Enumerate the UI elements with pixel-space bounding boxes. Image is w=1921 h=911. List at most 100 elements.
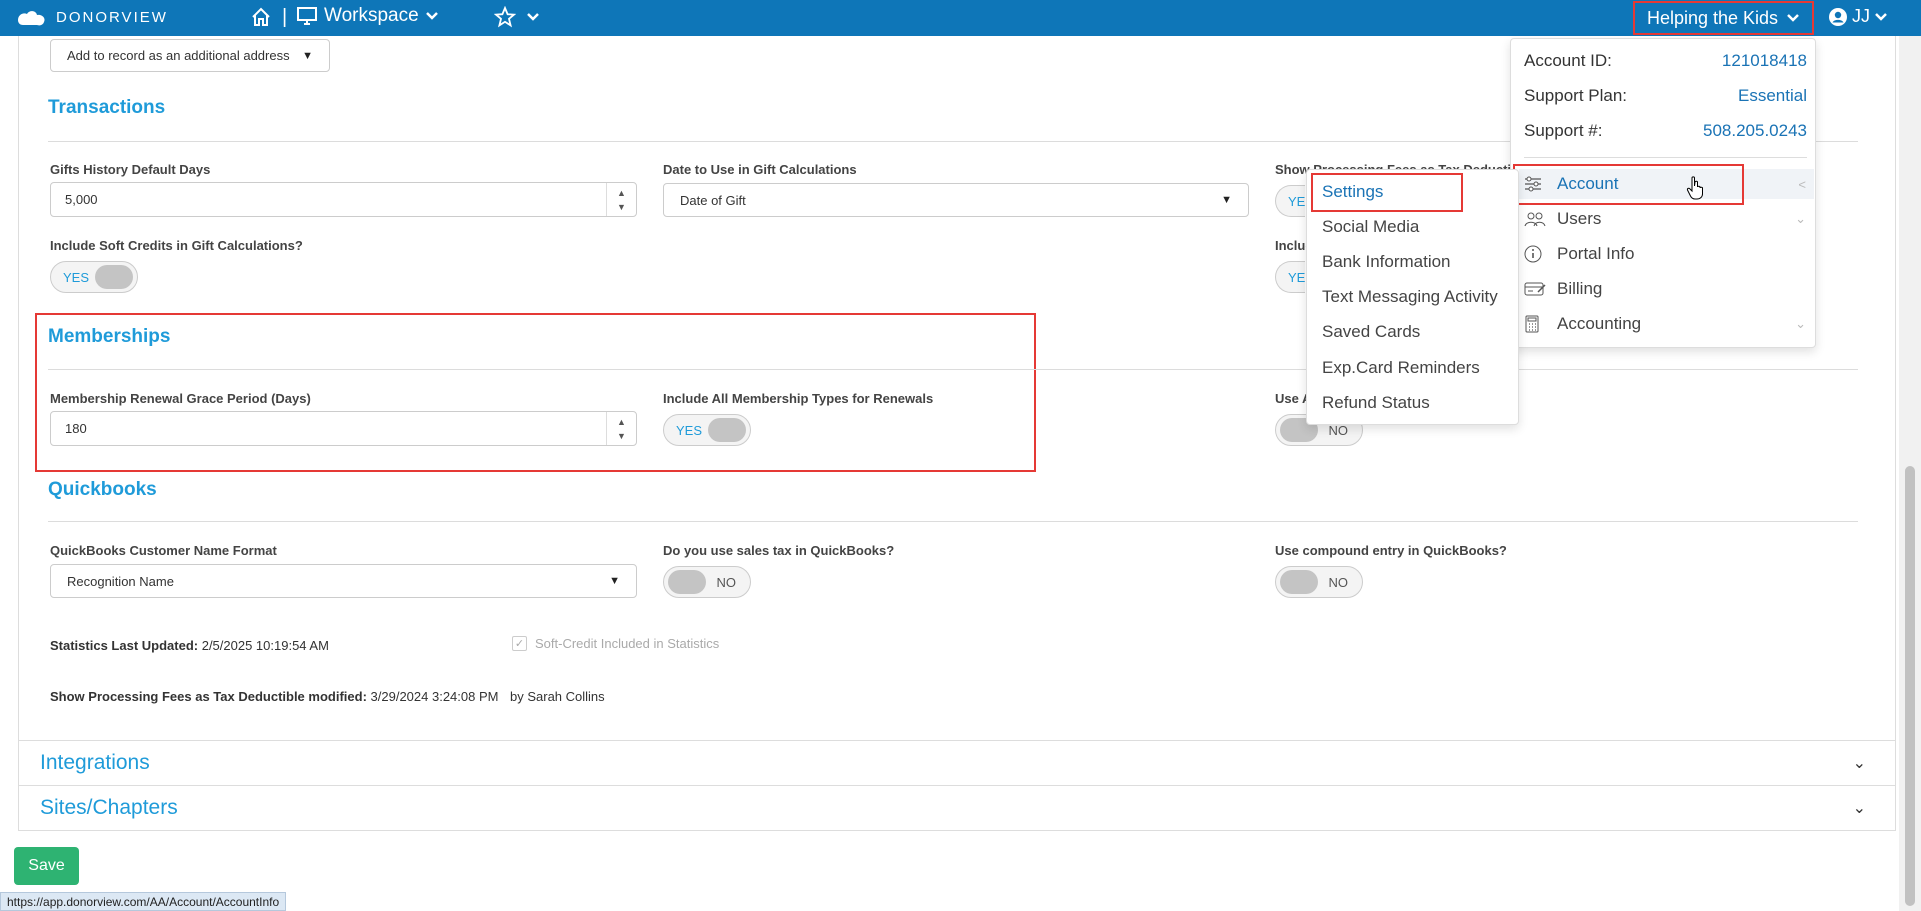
organization-menu-button[interactable]: Helping the Kids — [1633, 1, 1814, 35]
support-plan-row: Support Plan: Essential — [1524, 86, 1807, 106]
support-number-row: Support #: 508.205.0243 — [1524, 121, 1807, 141]
soft-credit-checkbox[interactable]: ✓ Soft-Credit Included in Statistics — [512, 636, 719, 651]
fees-modified-label: Show Processing Fees as Tax Deductible m… — [50, 689, 367, 704]
fees-modified: Show Processing Fees as Tax Deductible m… — [50, 689, 498, 704]
billing-icon — [1523, 280, 1549, 298]
support-plan-value: Essential — [1738, 86, 1807, 105]
sales-tax-toggle[interactable]: NO — [663, 566, 751, 598]
include-all-toggle[interactable]: YES — [663, 414, 751, 446]
checkbox-checked-icon[interactable]: ✓ — [512, 636, 527, 651]
modified-by: by Sarah Collins — [510, 689, 605, 704]
submenu-item-social-media[interactable]: Social Media — [1322, 217, 1419, 237]
chevron-down-icon — [1787, 14, 1799, 22]
spin-up-icon[interactable]: ▲ — [617, 415, 626, 429]
workspace-menu[interactable]: Workspace — [296, 5, 439, 27]
transactions-title: Transactions — [48, 97, 166, 118]
spin-down-icon[interactable]: ▼ — [617, 200, 626, 214]
include-toggle-right[interactable]: YES — [1275, 261, 1305, 293]
logo-icon — [18, 11, 45, 26]
menu-item-accounting[interactable]: Accounting ⌄ — [1519, 309, 1814, 339]
chevron-down-icon — [425, 12, 438, 20]
soft-credits-toggle[interactable]: YES — [50, 261, 138, 293]
menu-item-billing[interactable]: Billing — [1519, 274, 1814, 304]
support-number-value[interactable]: 508.205.0243 — [1703, 121, 1807, 141]
divider — [1524, 157, 1807, 158]
divider — [48, 521, 1858, 522]
submenu-item-saved-cards[interactable]: Saved Cards — [1322, 322, 1420, 342]
soft-credits-label: Include Soft Credits in Gift Calculation… — [50, 238, 303, 253]
memberships-title: Memberships — [48, 326, 171, 347]
chevron-down-icon: ▼ — [609, 575, 620, 587]
workspace-label: Workspace — [324, 5, 419, 26]
menu-item-portal-info[interactable]: Portal Info — [1519, 239, 1814, 269]
stats-updated-value: 2/5/2025 10:19:54 AM — [201, 638, 329, 653]
user-menu-button[interactable]: JJ — [1828, 6, 1888, 27]
soft-credit-label: Soft-Credit Included in Statistics — [535, 636, 720, 651]
account-id-value: 121018418 — [1721, 51, 1807, 70]
top-navbar: DONORVIEW | Workspace Helping the Kids J… — [0, 0, 1921, 36]
hand-cursor-icon — [1686, 176, 1703, 200]
toggle-text: YES — [1288, 194, 1305, 209]
submenu-item-refund-status[interactable]: Refund Status — [1322, 393, 1430, 413]
name-format-value: Recognition Name — [67, 573, 174, 589]
toggle-text: NO — [1328, 575, 1349, 590]
submenu-item-text-messaging[interactable]: Text Messaging Activity — [1322, 287, 1498, 307]
organization-name: Helping the Kids — [1646, 7, 1779, 28]
accordion-title: Integrations — [40, 751, 150, 774]
menu-item-users[interactable]: Users ⌄ — [1519, 204, 1814, 234]
submenu-item-bank-information[interactable]: Bank Information — [1322, 252, 1451, 272]
spin-down-icon[interactable]: ▼ — [617, 429, 626, 443]
stats-updated: Statistics Last Updated: 2/5/2025 10:19:… — [50, 638, 329, 653]
gifts-history-value: 5,000 — [65, 192, 98, 207]
quickbooks-title: Quickbooks — [48, 479, 157, 500]
address-action-select[interactable]: Add to record as an additional address ▼ — [50, 39, 330, 72]
toggle-text: NO — [1328, 423, 1349, 438]
grace-period-input[interactable]: 180 ▲ ▼ — [50, 411, 637, 446]
chevron-down-icon: ⌄ — [1852, 755, 1866, 772]
scrollbar-thumb[interactable] — [1905, 466, 1915, 906]
compound-entry-toggle[interactable]: NO — [1275, 566, 1363, 598]
user-initials: JJ — [1852, 6, 1870, 26]
chevron-down-icon: ⌄ — [1795, 316, 1806, 331]
sites-chapters-accordion[interactable]: Sites/Chapters ⌄ — [18, 785, 1896, 831]
donorview-logo[interactable]: DONORVIEW — [14, 6, 168, 28]
name-format-select[interactable]: Recognition Name ▼ — [50, 564, 637, 598]
integrations-accordion[interactable]: Integrations ⌄ — [18, 740, 1896, 786]
chevron-down-icon: ⌄ — [1795, 211, 1806, 226]
chevron-left-icon: < — [1798, 176, 1806, 192]
submenu-item-exp-card-reminders[interactable]: Exp.Card Reminders — [1322, 358, 1480, 378]
processing-fees-toggle[interactable]: YES — [1275, 185, 1305, 217]
number-spinner[interactable]: ▲ ▼ — [606, 412, 636, 445]
toggle-text: YES — [63, 270, 90, 285]
save-button[interactable]: Save — [14, 847, 79, 885]
divider — [48, 369, 1858, 370]
date-calc-value: Date of Gift — [680, 192, 746, 208]
account-menu-highlight-box — [1513, 164, 1744, 205]
date-calc-select[interactable]: Date of Gift ▼ — [663, 183, 1249, 217]
vertical-scrollbar[interactable] — [1899, 36, 1921, 911]
favorites-menu[interactable] — [494, 6, 540, 28]
monitor-icon — [297, 7, 317, 25]
toggle-text: YES — [676, 423, 703, 438]
account-id-label: Account ID: — [1524, 51, 1612, 70]
spin-up-icon[interactable]: ▲ — [617, 186, 626, 200]
accordion-title: Sites/Chapters — [40, 796, 178, 819]
menu-item-label: Portal Info — [1557, 244, 1635, 263]
number-spinner[interactable]: ▲ ▼ — [606, 183, 636, 216]
logo-text: DONORVIEW — [56, 8, 168, 26]
chevron-down-icon — [527, 13, 539, 21]
info-icon — [1523, 244, 1549, 264]
fees-modified-value: 3/29/2024 3:24:08 PM — [370, 689, 499, 704]
calculator-icon — [1523, 314, 1549, 334]
menu-item-label: Users — [1557, 209, 1602, 228]
toggle-knob — [708, 418, 746, 442]
settings-highlight-box — [1311, 173, 1463, 212]
home-button[interactable] — [250, 6, 272, 33]
address-action-value: Add to record as an additional address — [67, 48, 290, 63]
gifts-history-input[interactable]: 5,000 ▲ ▼ — [50, 182, 637, 217]
toggle-knob — [1280, 570, 1318, 594]
grace-period-value: 180 — [65, 421, 87, 436]
star-icon — [494, 6, 516, 28]
chevron-down-icon: ▼ — [1221, 194, 1232, 206]
grace-period-label: Membership Renewal Grace Period (Days) — [50, 391, 311, 406]
